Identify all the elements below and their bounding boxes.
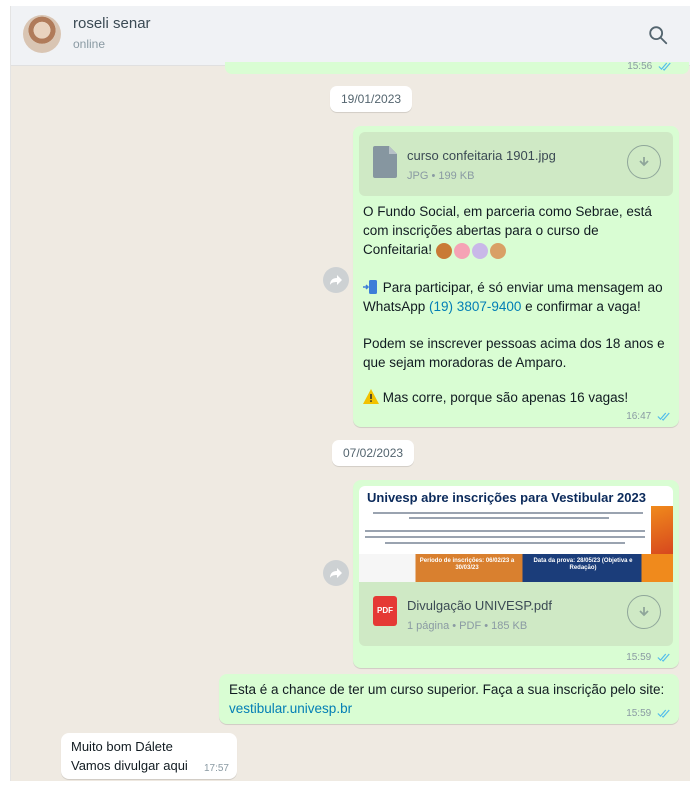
document-name: curso confeitaria 1901.jpg: [407, 148, 556, 163]
chat-window: roseli senar online 15:56 19/01/2023 cur…: [10, 6, 690, 781]
pdf-icon: PDF: [373, 596, 397, 626]
double-check-icon: [657, 653, 670, 662]
contact-name[interactable]: roseli senar: [73, 15, 151, 32]
date-separator: 19/01/2023: [330, 86, 413, 112]
forward-icon: [330, 275, 342, 285]
download-button[interactable]: [627, 145, 661, 179]
message-bubble-outgoing[interactable]: Esta é a chance de ter um curso superior…: [219, 674, 679, 724]
date-separator: 07/02/2023: [332, 440, 415, 466]
phone-link[interactable]: (19) 3807-9400: [429, 299, 521, 314]
document-meta: JPG • 199 KB: [407, 170, 475, 182]
chat-header: roseli senar online: [11, 6, 690, 66]
website-link[interactable]: vestibular.univesp.br: [229, 701, 352, 716]
forward-button[interactable]: [323, 560, 349, 586]
message-paragraph: Mas corre, porque são apenas 16 vagas!: [363, 388, 669, 407]
double-check-icon: [657, 709, 670, 718]
message-paragraph: Esta é a chance de ter um curso superior…: [229, 682, 665, 716]
flyer-title: Univesp abre inscrições para Vestibular …: [367, 490, 646, 505]
message-bubble-outgoing[interactable]: Univesp abre inscrições para Vestibular …: [353, 480, 679, 668]
warning-icon: [363, 389, 379, 404]
flyer-left-box: Período de inscrições: 06/02/23 a 30/03/…: [419, 558, 515, 571]
message-time: 15:59: [626, 652, 671, 663]
flyer-right-box: Data da prova: 28/05/23 (Objetiva e Reda…: [533, 558, 633, 571]
double-check-icon: [657, 412, 670, 421]
message-bubble-incoming[interactable]: Muito bom Dálete Vamos divulgar aqui 17:…: [61, 733, 237, 779]
message-time: 15:59: [626, 708, 671, 719]
document-name: Divulgação UNIVESP.pdf: [407, 598, 553, 613]
phone-icon: [363, 280, 377, 294]
message-paragraph: Podem se inscrever pessoas acima dos 18 …: [363, 336, 665, 370]
previous-message-bubble: [225, 62, 689, 74]
download-icon: [639, 157, 649, 167]
image-preview[interactable]: Univesp abre inscrições para Vestibular …: [359, 486, 673, 582]
document-attachment[interactable]: curso confeitaria 1901.jpg JPG • 199 KB: [359, 132, 673, 196]
forward-button[interactable]: [323, 267, 349, 293]
double-check-icon: [658, 62, 671, 71]
download-button[interactable]: [627, 595, 661, 629]
message-time: 16:47: [626, 411, 671, 422]
emoji-group: [435, 241, 508, 260]
message-paragraph: Para participar, é só enviar uma mensage…: [363, 280, 663, 314]
contact-status: online: [73, 37, 106, 51]
message-time: 17:57: [203, 763, 229, 774]
search-icon[interactable]: [647, 24, 669, 46]
avatar[interactable]: [23, 15, 61, 53]
document-attachment[interactable]: PDF Divulgação UNIVESP.pdf 1 página • PD…: [359, 582, 673, 646]
message-paragraph: O Fundo Social, em parceria como Sebrae,…: [363, 202, 669, 260]
forward-icon: [330, 568, 342, 578]
document-meta: 1 página • PDF • 185 KB: [407, 620, 528, 632]
download-icon: [639, 607, 649, 617]
file-icon: [373, 146, 397, 178]
message-paragraph: Muito bom Dálete Vamos divulgar aqui: [71, 739, 188, 773]
message-time: 15:56: [627, 61, 672, 72]
message-bubble-outgoing[interactable]: curso confeitaria 1901.jpg JPG • 199 KB …: [353, 126, 679, 427]
